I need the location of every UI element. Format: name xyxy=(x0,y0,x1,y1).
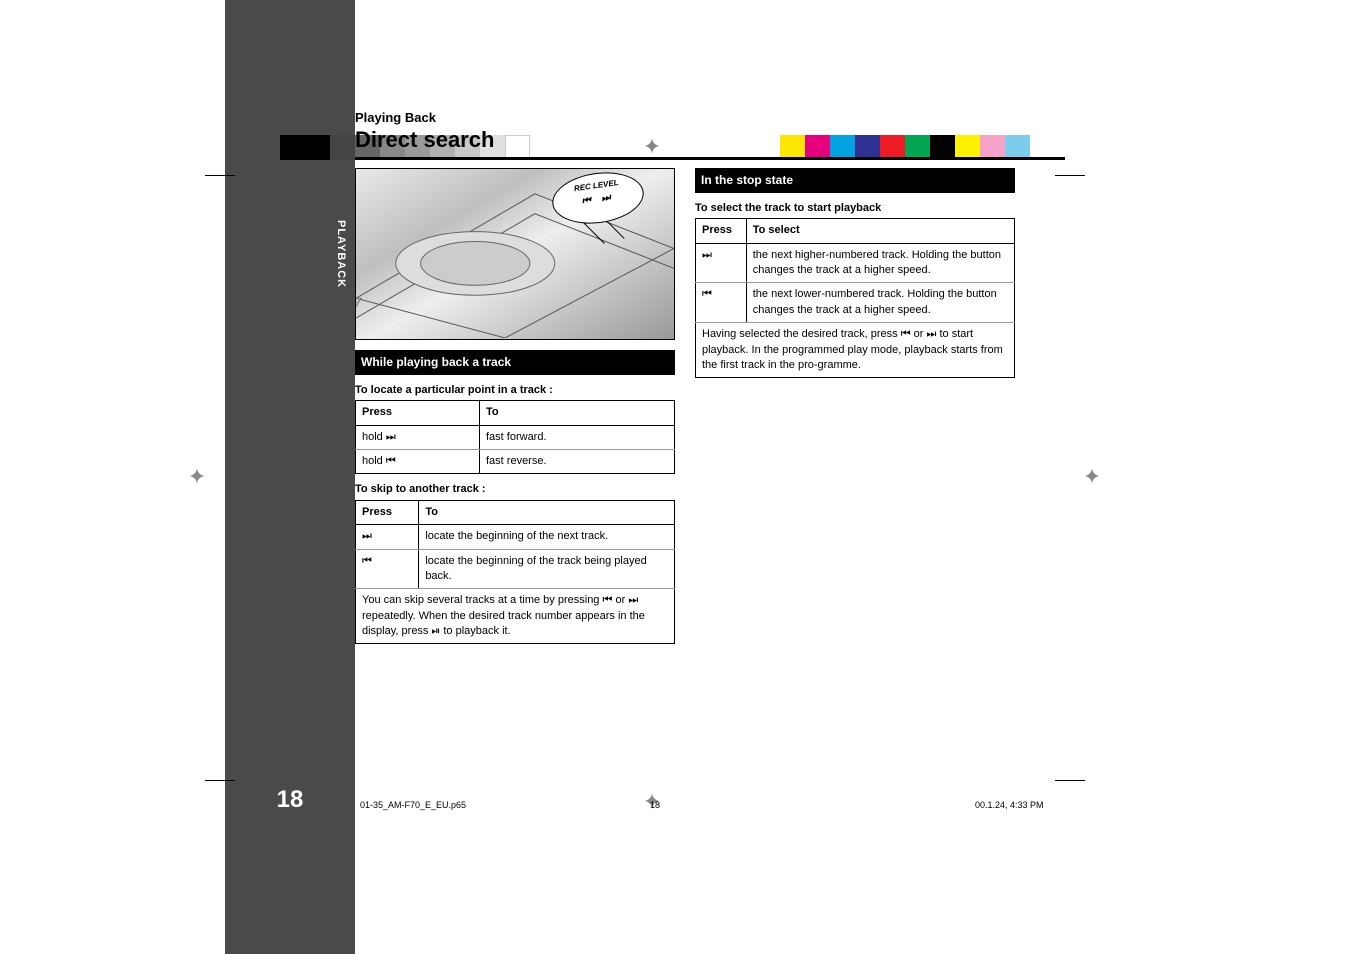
skip-forward-icon: ⏭ xyxy=(362,530,372,542)
crop-mark xyxy=(1055,780,1085,781)
cell-select-note: Having selected the desired track, press… xyxy=(696,323,1015,378)
skip-back-icon: ⏮ xyxy=(901,328,911,340)
registration-mark-icon: ✦ xyxy=(1080,465,1104,489)
rec-level-callout: REC LEVEL ⏮ ⏭ xyxy=(549,168,647,229)
right-column: In the stop state To select the track to… xyxy=(695,168,1015,650)
table-skip-track: Press To ⏭ locate the beginning of the n… xyxy=(355,500,675,645)
skip-forward-icon: ⏭ xyxy=(702,249,712,261)
category-heading: Playing Back xyxy=(355,110,1065,125)
crop-mark xyxy=(205,175,235,176)
cell-skip-note: You can skip several tracks at a time by… xyxy=(356,589,675,644)
cell-hold-fwd: hold ⏭ xyxy=(356,425,480,449)
crop-mark xyxy=(205,780,235,781)
device-illustration: REC LEVEL ⏮ ⏭ xyxy=(355,168,675,340)
col-header-press-3: Press xyxy=(696,219,747,243)
col-header-to: To xyxy=(480,401,675,425)
cell-lower-icon: ⏮ xyxy=(696,283,747,323)
fast-reverse-icon: ⏮ xyxy=(386,455,396,467)
cell-ff: fast forward. xyxy=(480,425,675,449)
subheading-locate-point: To locate a particular point in a track … xyxy=(355,383,675,398)
subheading-select-track: To select the track to start playback xyxy=(695,201,1015,216)
col-header-to-select: To select xyxy=(746,219,1014,243)
cell-hold-rev: hold ⏮ xyxy=(356,449,480,473)
page-number: 18 xyxy=(225,786,355,814)
cell-next-desc: locate the beginning of the next track. xyxy=(419,525,675,549)
section-heading-stop: In the stop state xyxy=(695,168,1015,193)
skip-forward-icon: ⏭ xyxy=(628,594,638,606)
col-header-press: Press xyxy=(356,401,480,425)
cell-higher-icon: ⏭ xyxy=(696,243,747,283)
registration-mark-icon: ✦ xyxy=(185,465,209,489)
cell-fr: fast reverse. xyxy=(480,449,675,473)
cell-lower-desc: the next lower-numbered track. Holding t… xyxy=(746,283,1014,323)
play-pause-icon: ⏯ xyxy=(432,625,441,637)
skip-back-icon: ⏮ xyxy=(362,555,372,567)
section-heading-playback: While playing back a track xyxy=(355,350,675,375)
skip-back-icon: ⏮ xyxy=(581,195,595,208)
skip-back-icon: ⏮ xyxy=(603,594,613,606)
subheading-skip-track: To skip to another track : xyxy=(355,482,675,497)
cell-higher-desc: the next higher-numbered track. Holding … xyxy=(746,243,1014,283)
footer-file-path: 01-35_AM-F70_E_EU.p65 xyxy=(360,800,466,810)
table-locate-point: Press To hold ⏭ fast forward. hold ⏮ fas… xyxy=(355,400,675,474)
left-column: REC LEVEL ⏮ ⏭ While playing back a track… xyxy=(355,168,675,650)
sidebar-section-label: PLAYBACK xyxy=(335,220,347,288)
page-content: Playing Back Direct search REC LEVEL xyxy=(355,110,1065,650)
page-title: Direct search xyxy=(355,127,1065,160)
cell-prev-desc: locate the beginning of the track being … xyxy=(419,549,675,589)
cell-next-icon: ⏭ xyxy=(356,525,419,549)
table-select-track: Press To select ⏭ the next higher-number… xyxy=(695,218,1015,378)
skip-back-icon: ⏮ xyxy=(702,288,712,300)
col-header-press-2: Press xyxy=(356,500,419,524)
skip-forward-icon: ⏭ xyxy=(927,328,937,340)
footer-timestamp: 00.1.24, 4:33 PM xyxy=(975,800,1044,810)
col-header-to-2: To xyxy=(419,500,675,524)
cell-prev-icon: ⏮ xyxy=(356,549,419,589)
footer-page-mid: 18 xyxy=(650,800,660,810)
skip-forward-icon: ⏭ xyxy=(601,192,615,205)
fast-forward-icon: ⏭ xyxy=(386,431,396,443)
